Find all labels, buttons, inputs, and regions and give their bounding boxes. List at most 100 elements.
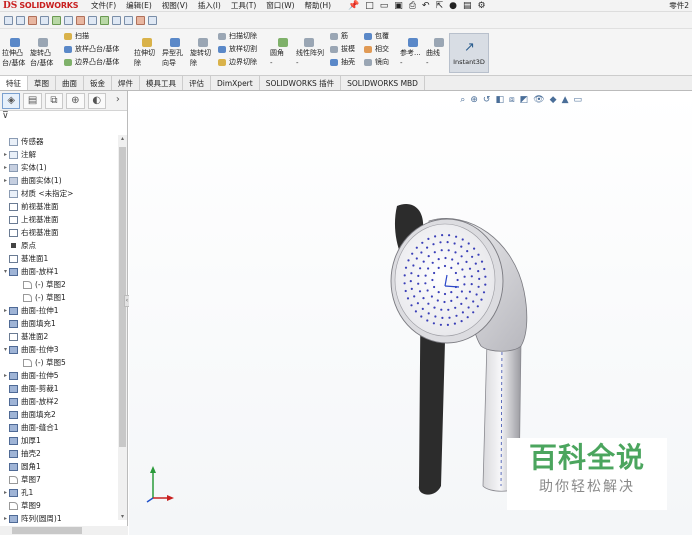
expand-arrow-icon[interactable]: ▸ <box>2 486 9 499</box>
tree-item[interactable]: 曲面-缝合1 <box>0 421 118 434</box>
tree-item[interactable]: 前视基准面 <box>0 200 118 213</box>
feature-manager-tab-icon[interactable]: ◈ <box>2 92 21 109</box>
new-document-icon[interactable]: □ <box>365 1 374 11</box>
ribbon-button-label[interactable]: 旋转切 <box>190 49 211 58</box>
ribbon-button-label[interactable]: 参考... <box>400 49 421 58</box>
scroll-up-icon[interactable]: ▴ <box>119 135 126 142</box>
tree-item[interactable]: ▸ 曲面实体(1) <box>0 174 118 187</box>
pin-icon[interactable]: 📌 <box>348 1 359 11</box>
scroll-down-icon[interactable]: ▾ <box>119 513 126 520</box>
tab-4[interactable]: 焊件 <box>112 76 140 90</box>
tree-item[interactable]: 曲面-放样2 <box>0 395 118 408</box>
boundary-boss-icon[interactable] <box>64 59 72 66</box>
options-gear-icon[interactable]: ⚙ <box>477 1 485 11</box>
sketch-toolbar-icon[interactable] <box>16 15 25 25</box>
ribbon-button-label[interactable]: 曲线 <box>426 49 440 58</box>
expand-arrow-icon[interactable]: ▸ <box>2 174 9 187</box>
tree-item[interactable]: 上视基准面 <box>0 213 118 226</box>
ribbon-button-label[interactable]: 筋 <box>341 32 348 41</box>
expand-arrow-icon[interactable]: ▾ <box>2 265 9 278</box>
sweep-boss-icon[interactable] <box>64 33 72 40</box>
ribbon-button-label[interactable]: 边界凸台/基体 <box>75 58 119 67</box>
tree-item[interactable]: 草图9 <box>0 499 118 512</box>
ribbon-button-label[interactable]: 圆角 <box>270 49 284 58</box>
menu-item[interactable]: 编辑(E) <box>121 0 157 12</box>
macro-toolbar-icon[interactable] <box>136 15 145 25</box>
tree-item[interactable]: ▸ 孔1 <box>0 486 118 499</box>
tab-2[interactable]: 曲面 <box>56 76 84 90</box>
extrude-boss-icon[interactable] <box>10 38 20 47</box>
ribbon-button-label[interactable]: - <box>296 59 299 68</box>
tree-item[interactable]: 基准面2 <box>0 330 118 343</box>
shell-icon[interactable] <box>330 59 338 66</box>
panel-more-icon[interactable]: › <box>109 93 127 109</box>
revolve-boss-icon[interactable] <box>38 38 48 47</box>
tree-item[interactable]: 材质 <未指定> <box>0 187 118 200</box>
tab-1[interactable]: 草图 <box>28 76 56 90</box>
tab-5[interactable]: 模具工具 <box>140 76 183 90</box>
select-icon[interactable]: ⇱ <box>436 1 444 11</box>
undo-icon[interactable]: ↶ <box>422 1 430 11</box>
expand-arrow-icon[interactable]: ▾ <box>2 343 9 356</box>
ribbon-button-label[interactable]: 除 <box>134 59 141 68</box>
ribbon-button-label[interactable]: 扫描 <box>75 32 89 41</box>
surfaces-toolbar-icon[interactable] <box>40 15 49 25</box>
curves-icon[interactable] <box>434 38 444 47</box>
menu-item[interactable]: 插入(I) <box>193 0 226 12</box>
ribbon-button-label[interactable]: - <box>270 59 273 68</box>
tab-3[interactable]: 钣金 <box>84 76 112 90</box>
ribbon-button-label[interactable]: 放样切割 <box>229 45 257 54</box>
display-toolbar-icon[interactable] <box>64 15 73 25</box>
draft-icon[interactable] <box>330 46 338 53</box>
tree-item[interactable]: 曲面-剪裁1 <box>0 382 118 395</box>
tree-item[interactable]: 抽壳2 <box>0 447 118 460</box>
ribbon-button-label[interactable]: 镜向 <box>375 58 389 67</box>
tree-item[interactable]: 加厚1 <box>0 434 118 447</box>
tab-9[interactable]: SOLIDWORKS MBD <box>341 76 425 90</box>
display-manager-tab-icon[interactable]: ◐ <box>87 92 106 109</box>
appearance-toolbar-icon[interactable] <box>52 15 61 25</box>
ribbon-button-label[interactable]: 拉伸凸 <box>2 49 23 58</box>
ribbon-button-label[interactable]: 扫描切除 <box>229 32 257 41</box>
loft-boss-icon[interactable] <box>64 46 72 53</box>
intersect-icon[interactable] <box>364 46 372 53</box>
table-toolbar-icon[interactable] <box>148 15 157 25</box>
expand-arrow-icon[interactable]: ▸ <box>2 369 9 382</box>
tree-vertical-scrollbar[interactable]: ▴ ▾ <box>118 135 127 520</box>
extrude-cut-icon[interactable] <box>142 38 152 47</box>
tree-item[interactable]: 原点 <box>0 239 118 252</box>
menu-item[interactable]: 帮助(H) <box>300 0 337 12</box>
tree-item[interactable]: 草图7 <box>0 473 118 486</box>
ribbon-button-label[interactable]: 拔模 <box>341 45 355 54</box>
dimxpert-manager-tab-icon[interactable]: ⊕ <box>66 92 85 109</box>
ribbon-button-label[interactable]: 抽壳 <box>341 58 355 67</box>
tab-6[interactable]: 评估 <box>183 76 211 90</box>
ribbon-button-label[interactable]: 拉伸切 <box>134 49 155 58</box>
hole-wizard-icon[interactable] <box>170 38 180 47</box>
reference-triad[interactable] <box>145 464 175 504</box>
tree-item[interactable]: (-) 草图5 <box>0 356 118 369</box>
ribbon-button-label[interactable]: 包覆 <box>375 32 389 41</box>
ribbon-button-label[interactable]: 旋转凸 <box>30 49 51 58</box>
tree-item[interactable]: ▾ 曲面-放样1 <box>0 265 118 278</box>
expand-arrow-icon[interactable]: ▸ <box>2 161 9 174</box>
solidworks-logo[interactable]: DS SOLIDWORKS <box>0 1 86 11</box>
filter-icon[interactable]: ⊽ <box>0 111 127 122</box>
tree-item[interactable]: ▸ 注解 <box>0 148 118 161</box>
instant3d-button[interactable]: ↗ Instant3D <box>449 33 489 73</box>
menu-item[interactable]: 文件(F) <box>86 0 121 12</box>
tree-item[interactable]: ▾ 曲面-拉伸3 <box>0 343 118 356</box>
tree-item[interactable]: 右视基准面 <box>0 226 118 239</box>
ribbon-button-label[interactable]: 除 <box>190 59 197 68</box>
expand-arrow-icon[interactable]: ▸ <box>2 512 9 525</box>
tree-item[interactable]: 曲面填充1 <box>0 317 118 330</box>
reference-toolbar-icon[interactable] <box>88 15 97 25</box>
open-icon[interactable]: ▭ <box>380 1 389 11</box>
ribbon-button-label[interactable]: 边界切除 <box>229 58 257 67</box>
revolve-cut-icon[interactable] <box>198 38 208 47</box>
configuration-manager-tab-icon[interactable]: ⧉ <box>44 92 64 109</box>
ribbon-button-label[interactable]: 相交 <box>375 45 389 54</box>
tab-7[interactable]: DimXpert <box>211 76 260 90</box>
ribbon-button-label[interactable]: 线性阵列 <box>296 49 324 58</box>
ribbon-button-label[interactable]: 放样凸台/基体 <box>75 45 119 54</box>
